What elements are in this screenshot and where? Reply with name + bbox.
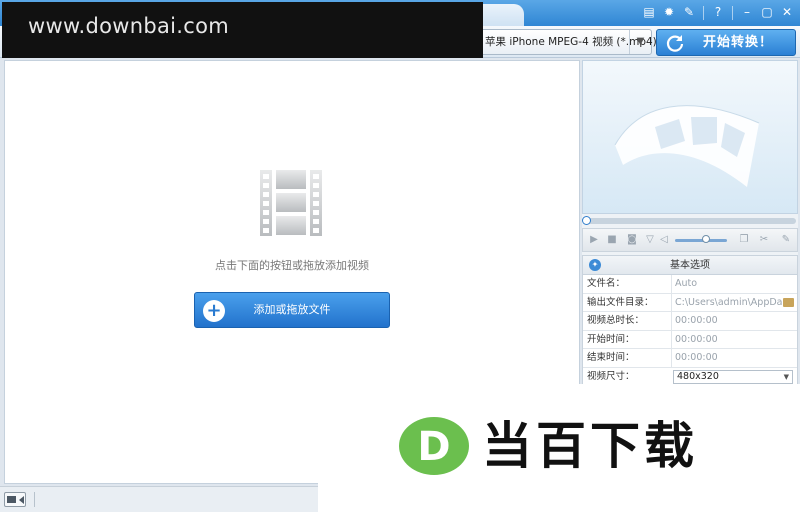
camera-icon[interactable]: ◙ — [625, 233, 639, 247]
help-icon[interactable]: ? — [709, 4, 727, 21]
title-separator — [703, 6, 704, 20]
property-row-output-dir: 输出文件目录： C:\Users\admin\AppDa... — [583, 293, 797, 312]
start-convert-button[interactable]: 开始转换！ — [656, 29, 796, 56]
close-icon[interactable]: ✕ — [778, 4, 796, 21]
minimize-icon[interactable]: – — [738, 4, 756, 21]
video-size-value: 480x320 — [677, 370, 719, 382]
stop-icon[interactable]: ■ — [605, 233, 619, 247]
wrench-icon[interactable]: ✎ — [779, 233, 793, 247]
window-controls: ▤ ✹ ✎ ? – ▢ ✕ — [640, 4, 796, 22]
restore-icon[interactable]: ▢ — [758, 4, 776, 21]
panel-icon — [7, 496, 16, 503]
seek-handle[interactable] — [582, 216, 591, 225]
output-format-select[interactable]: 苹果 iPhone MPEG-4 视频 (*.mp4) ▼ — [478, 29, 657, 55]
property-value[interactable]: 00:00:00 — [671, 330, 793, 349]
play-icon[interactable]: ▶ — [587, 233, 601, 247]
filmstrip-icon — [614, 105, 760, 187]
property-label: 开始时间： — [587, 333, 635, 345]
seek-bar[interactable] — [582, 216, 796, 225]
brand-watermark: D 当百下载 — [318, 384, 800, 512]
title-separator — [732, 6, 733, 20]
site-url: www.downbai.com — [28, 14, 229, 38]
volume-slider[interactable] — [675, 239, 727, 242]
add-file-label: 添加或拖放文件 — [253, 303, 331, 316]
basic-options-header: ✦ 基本选项 — [583, 256, 797, 275]
player-controls: ▶ ■ ◙ ▽ ◁ ❐ ✂ ✎ — [582, 228, 798, 252]
brand-logo: D — [399, 417, 469, 475]
site-watermark: www.downbai.com — [2, 2, 483, 58]
video-size-select[interactable]: 480x320 ▼ — [673, 369, 793, 384]
property-value[interactable]: C:\Users\admin\AppDa... — [671, 293, 793, 312]
feedback-icon[interactable]: ▤ — [640, 4, 658, 21]
folder-icon[interactable] — [783, 297, 794, 307]
video-preview — [582, 60, 798, 214]
gear-icon[interactable]: ✹ — [660, 4, 678, 21]
refresh-icon — [666, 35, 684, 52]
brand-text: 当百下载 — [482, 417, 698, 475]
film-icon — [260, 170, 322, 236]
property-value: 00:00:00 — [671, 312, 793, 330]
add-file-button[interactable]: + 添加或拖放文件 — [194, 292, 390, 328]
chevron-down-icon[interactable]: ▼ — [784, 371, 789, 383]
brand-logo-letter: D — [417, 424, 450, 470]
chevron-down-icon[interactable]: ▼ — [629, 30, 651, 54]
property-row-duration: 视频总时长： 00:00:00 — [583, 312, 797, 331]
property-label: 视频尺寸： — [587, 370, 635, 382]
property-row-filename: 文件名： Auto — [583, 275, 797, 294]
scissors-icon[interactable]: ✂ — [757, 233, 771, 247]
basic-options-title: 基本选项 — [670, 260, 710, 271]
arrow-left-icon — [19, 496, 24, 504]
basic-options-panel: ✦ 基本选项 文件名： Auto 输出文件目录： C:\Users\admin\… — [582, 255, 798, 387]
property-label: 结束时间： — [587, 352, 635, 363]
volume-icon[interactable]: ◁ — [657, 233, 671, 247]
copy-icon[interactable]: ❐ — [737, 233, 751, 247]
status-separator — [34, 492, 35, 507]
start-convert-label: 开始转换！ — [703, 35, 774, 50]
property-row-end-time: 结束时间： 00:00:00 — [583, 349, 797, 368]
drop-hint-text: 点击下面的按钮或拖放添加视频 — [215, 259, 369, 272]
toggle-panel-button[interactable] — [4, 492, 26, 507]
property-label: 文件名： — [587, 278, 626, 289]
property-label: 视频总时长： — [587, 315, 645, 326]
property-label: 输出文件目录： — [587, 296, 654, 308]
property-value[interactable]: 00:00:00 — [671, 349, 793, 367]
wrench-icon[interactable]: ✎ — [680, 4, 698, 21]
property-row-start-time: 开始时间： 00:00:00 — [583, 330, 797, 349]
property-value[interactable]: Auto — [671, 275, 793, 293]
chevron-down-icon[interactable]: ▽ — [643, 233, 657, 247]
